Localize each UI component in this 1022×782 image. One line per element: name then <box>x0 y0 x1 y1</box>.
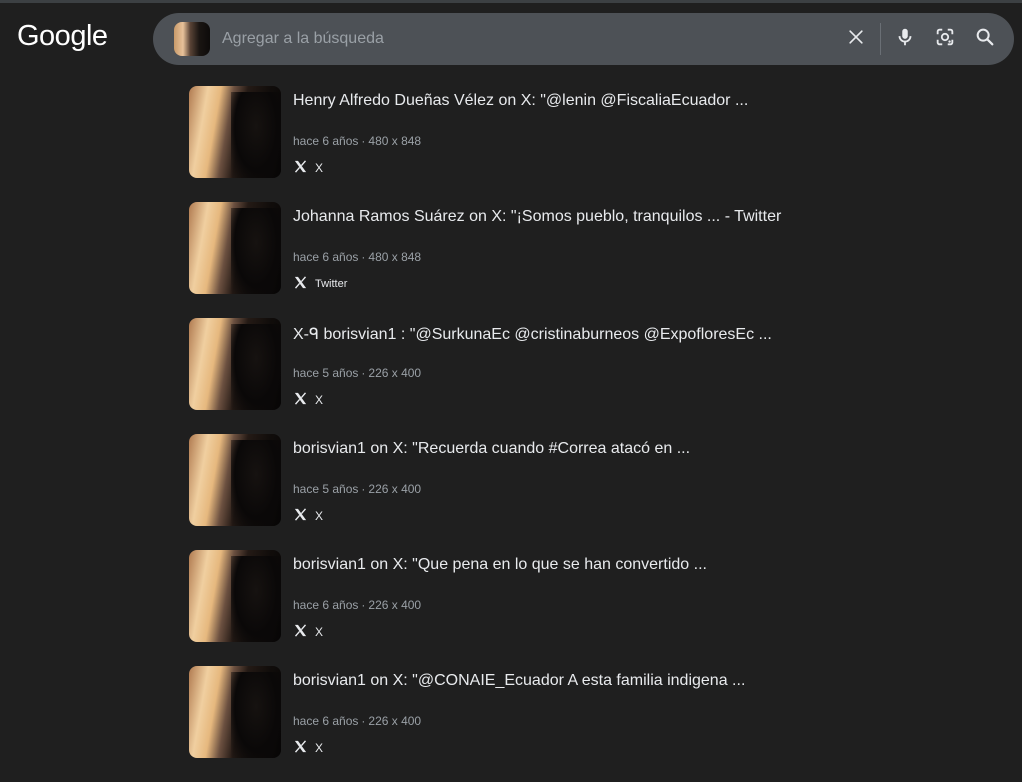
result-title[interactable]: borisvian1 on X: "@CONAIE_Ecuador A esta… <box>293 672 745 690</box>
result-title[interactable]: X-ᑫ borisvian1 : "@SurkunaEc @cristinabu… <box>293 324 772 344</box>
result-source[interactable]: Twitter <box>293 274 347 290</box>
result-age: hace 5 años <box>293 366 359 380</box>
result-meta: hace 6 años · 226 x 400 <box>293 598 421 612</box>
google-lens-icon <box>934 26 956 53</box>
result-thumbnail[interactable] <box>189 666 281 758</box>
result-item[interactable]: borisvian1 on X: "@CONAIE_Ecuador A esta… <box>189 666 989 782</box>
result-meta: hace 6 años · 480 x 848 <box>293 250 421 264</box>
result-age: hace 6 años <box>293 598 359 612</box>
result-dimensions: 226 x 400 <box>368 366 422 380</box>
microphone-icon <box>894 26 916 53</box>
x-logo-icon <box>293 739 308 754</box>
result-title[interactable]: borisvian1 on X: "Recuerda cuando #Corre… <box>293 440 690 458</box>
result-source[interactable]: X <box>293 738 324 755</box>
search-icon <box>974 26 996 53</box>
search-bar[interactable]: Agregar a la búsqueda <box>153 13 1014 65</box>
result-source-name: Twitter <box>315 278 348 290</box>
result-age: hace 6 años <box>293 134 359 148</box>
meta-separator: · <box>361 134 366 148</box>
search-image-thumbnail[interactable] <box>174 22 210 56</box>
result-dimensions: 226 x 400 <box>368 714 422 728</box>
result-dimensions: 480 x 848 <box>368 250 422 264</box>
result-source-name: X <box>315 393 324 407</box>
x-logo-icon <box>293 623 308 638</box>
search-button[interactable] <box>973 27 997 51</box>
result-title[interactable]: borisvian1 on X: "Que pena en lo que se … <box>293 556 707 574</box>
result-meta: hace 6 años · 480 x 848 <box>293 134 421 148</box>
meta-separator: · <box>361 366 366 380</box>
x-logo-icon <box>293 275 308 290</box>
result-source[interactable]: X <box>293 158 324 175</box>
voice-search-button[interactable] <box>893 27 917 51</box>
meta-separator: · <box>361 598 366 612</box>
google-logo[interactable]: Google <box>17 20 108 53</box>
result-source-name: X <box>315 625 324 639</box>
result-item[interactable]: Johanna Ramos Suárez on X: "¡Somos puebl… <box>189 202 989 318</box>
result-thumbnail[interactable] <box>189 202 281 294</box>
result-thumbnail[interactable] <box>189 318 281 410</box>
result-dimensions: 226 x 400 <box>368 482 422 496</box>
result-dimensions: 226 x 400 <box>368 598 422 612</box>
close-icon <box>846 27 866 52</box>
result-item[interactable]: borisvian1 on X: "Que pena en lo que se … <box>189 550 989 666</box>
result-source[interactable]: X <box>293 622 324 639</box>
meta-separator: · <box>361 482 366 496</box>
meta-separator: · <box>361 250 366 264</box>
result-meta: hace 6 años · 226 x 400 <box>293 714 421 728</box>
results-list: Henry Alfredo Dueñas Vélez on X: "@lenin… <box>189 86 989 782</box>
result-source-name: X <box>315 161 324 175</box>
result-thumbnail[interactable] <box>189 434 281 526</box>
result-item[interactable]: X-ᑫ borisvian1 : "@SurkunaEc @cristinabu… <box>189 318 989 434</box>
result-thumbnail[interactable] <box>189 86 281 178</box>
result-source-name: X <box>315 509 324 523</box>
result-source[interactable]: X <box>293 390 324 407</box>
result-title[interactable]: Henry Alfredo Dueñas Vélez on X: "@lenin… <box>293 92 748 110</box>
result-age: hace 5 años <box>293 482 359 496</box>
search-input[interactable]: Agregar a la búsqueda <box>222 30 384 48</box>
clear-button[interactable] <box>844 27 868 51</box>
top-border <box>0 0 1022 3</box>
x-logo-icon <box>293 391 308 406</box>
result-item[interactable]: borisvian1 on X: "Recuerda cuando #Corre… <box>189 434 989 550</box>
google-lens-button[interactable] <box>933 27 957 51</box>
result-source[interactable]: X <box>293 506 324 523</box>
result-meta: hace 5 años · 226 x 400 <box>293 482 421 496</box>
result-age: hace 6 años <box>293 250 359 264</box>
x-logo-icon <box>293 159 308 174</box>
meta-separator: · <box>361 714 366 728</box>
result-meta: hace 5 años · 226 x 400 <box>293 366 421 380</box>
searchbar-divider <box>880 23 881 55</box>
x-logo-icon <box>293 507 308 522</box>
result-thumbnail[interactable] <box>189 550 281 642</box>
result-dimensions: 480 x 848 <box>368 134 422 148</box>
result-title[interactable]: Johanna Ramos Suárez on X: "¡Somos puebl… <box>293 208 781 226</box>
result-source-name: X <box>315 741 324 755</box>
result-item[interactable]: Henry Alfredo Dueñas Vélez on X: "@lenin… <box>189 86 989 202</box>
result-age: hace 6 años <box>293 714 359 728</box>
